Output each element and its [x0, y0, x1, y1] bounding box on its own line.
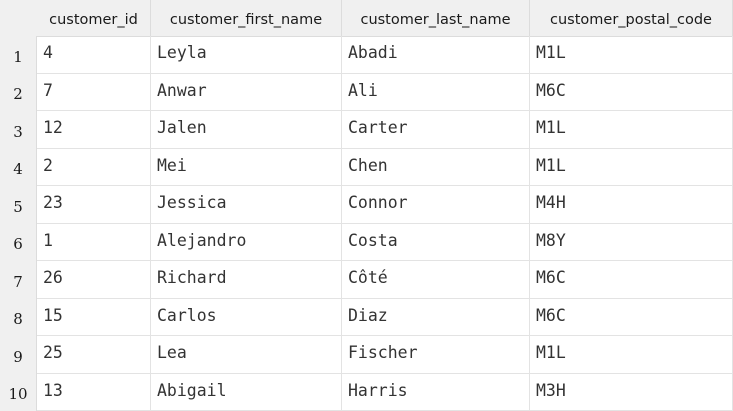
row-number[interactable]: 3	[0, 111, 37, 149]
row-number[interactable]: 8	[0, 298, 37, 336]
cell-customer-postal-code[interactable]: M6C	[530, 73, 733, 111]
row-number[interactable]: 1	[0, 36, 37, 74]
cell-customer-first-name[interactable]: Abigail	[151, 373, 342, 411]
cell-customer-last-name[interactable]: Abadi	[342, 36, 530, 74]
cell-customer-last-name[interactable]: Ali	[342, 73, 530, 111]
cell-customer-first-name[interactable]: Alejandro	[151, 223, 342, 261]
cell-customer-first-name[interactable]: Anwar	[151, 73, 342, 111]
column-header-customer-last-name[interactable]: customer_last_name	[342, 0, 530, 36]
cell-customer-last-name[interactable]: Côté	[342, 261, 530, 299]
row-number[interactable]: 2	[0, 73, 37, 111]
cell-customer-id[interactable]: 12	[37, 111, 151, 149]
cell-customer-id[interactable]: 26	[37, 261, 151, 299]
cell-customer-last-name[interactable]: Costa	[342, 223, 530, 261]
cell-customer-id[interactable]: 13	[37, 373, 151, 411]
table-row[interactable]: 7 26 Richard Côté M6C	[0, 261, 733, 299]
row-number[interactable]: 7	[0, 261, 37, 299]
row-number[interactable]: 5	[0, 186, 37, 224]
cell-customer-first-name[interactable]: Leyla	[151, 36, 342, 74]
column-header-customer-first-name[interactable]: customer_first_name	[151, 0, 342, 36]
table-row[interactable]: 1 4 Leyla Abadi M1L	[0, 36, 733, 74]
table-row[interactable]: 8 15 Carlos Diaz M6C	[0, 298, 733, 336]
row-number[interactable]: 4	[0, 148, 37, 186]
cell-customer-id[interactable]: 15	[37, 298, 151, 336]
cell-customer-first-name[interactable]: Jessica	[151, 186, 342, 224]
cell-customer-last-name[interactable]: Harris	[342, 373, 530, 411]
cell-customer-last-name[interactable]: Chen	[342, 148, 530, 186]
cell-customer-id[interactable]: 25	[37, 336, 151, 374]
table-row[interactable]: 3 12 Jalen Carter M1L	[0, 111, 733, 149]
cell-customer-postal-code[interactable]: M1L	[530, 111, 733, 149]
table-row[interactable]: 9 25 Lea Fischer M1L	[0, 336, 733, 374]
column-header-customer-id[interactable]: customer_id	[37, 0, 151, 36]
cell-customer-postal-code[interactable]: M4H	[530, 186, 733, 224]
cell-customer-first-name[interactable]: Lea	[151, 336, 342, 374]
cell-customer-id[interactable]: 23	[37, 186, 151, 224]
cell-customer-first-name[interactable]: Richard	[151, 261, 342, 299]
cell-customer-id[interactable]: 7	[37, 73, 151, 111]
row-number[interactable]: 6	[0, 223, 37, 261]
cell-customer-first-name[interactable]: Jalen	[151, 111, 342, 149]
cell-customer-postal-code[interactable]: M6C	[530, 298, 733, 336]
grid-header: customer_id customer_first_name customer…	[0, 0, 733, 37]
cell-customer-postal-code[interactable]: M1L	[530, 36, 733, 74]
cell-customer-postal-code[interactable]: M6C	[530, 261, 733, 299]
table-row[interactable]: 5 23 Jessica Connor M4H	[0, 186, 733, 224]
table-row[interactable]: 4 2 Mei Chen M1L	[0, 148, 733, 186]
cell-customer-postal-code[interactable]: M3H	[530, 373, 733, 411]
cell-customer-first-name[interactable]: Mei	[151, 148, 342, 186]
cell-customer-id[interactable]: 1	[37, 223, 151, 261]
cell-customer-first-name[interactable]: Carlos	[151, 298, 342, 336]
grid-corner[interactable]	[0, 0, 38, 36]
cell-customer-postal-code[interactable]: M1L	[530, 336, 733, 374]
cell-customer-id[interactable]: 4	[37, 36, 151, 74]
cell-customer-last-name[interactable]: Carter	[342, 111, 530, 149]
table-row[interactable]: 2 7 Anwar Ali M6C	[0, 73, 733, 111]
cell-customer-postal-code[interactable]: M8Y	[530, 223, 733, 261]
column-header-customer-postal-code[interactable]: customer_postal_code	[530, 0, 733, 36]
table-row[interactable]: 10 13 Abigail Harris M3H	[0, 373, 733, 411]
row-number[interactable]: 9	[0, 336, 37, 374]
cell-customer-last-name[interactable]: Connor	[342, 186, 530, 224]
cell-customer-postal-code[interactable]: M1L	[530, 148, 733, 186]
table-row[interactable]: 6 1 Alejandro Costa M8Y	[0, 223, 733, 261]
row-number[interactable]: 10	[0, 373, 37, 411]
cell-customer-last-name[interactable]: Fischer	[342, 336, 530, 374]
results-grid: customer_id customer_first_name customer…	[0, 0, 733, 411]
cell-customer-last-name[interactable]: Diaz	[342, 298, 530, 336]
cell-customer-id[interactable]: 2	[37, 148, 151, 186]
